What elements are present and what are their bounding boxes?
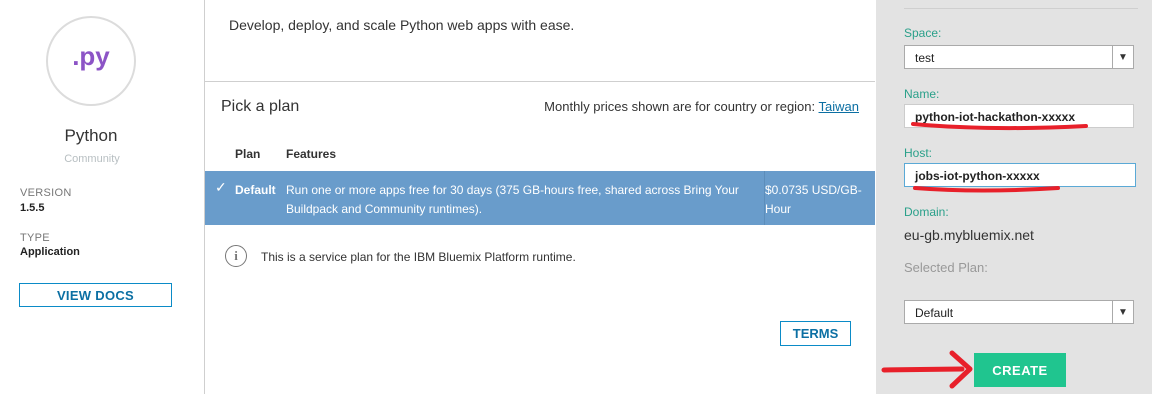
create-button[interactable]: CREATE: [974, 353, 1066, 387]
plan-features: Run one or more apps free for 30 days (3…: [286, 183, 739, 216]
divider: [904, 8, 1138, 9]
name-label: Name:: [904, 87, 940, 101]
plan-section-title: Pick a plan: [221, 98, 300, 115]
region-note: Monthly prices shown are for country or …: [544, 99, 859, 114]
type-value: Application: [20, 246, 80, 258]
app-name: Python: [64, 126, 118, 145]
space-value: test: [915, 51, 935, 65]
host-label: Host:: [904, 146, 933, 160]
plan-price: $0.0735 USD/GB-Hour: [765, 183, 862, 216]
plan-select-value: Default: [915, 306, 954, 320]
version-value: 1.5.5: [20, 202, 45, 214]
column-header-plan: Plan: [235, 147, 261, 161]
plan-name: Default: [235, 183, 276, 197]
name-input[interactable]: python-iot-hackathon-xxxxx: [904, 104, 1134, 128]
app-category: Community: [64, 153, 120, 165]
column-header-features: Features: [286, 147, 337, 161]
host-input[interactable]: jobs-iot-python-xxxxx: [904, 163, 1136, 187]
region-text: Monthly prices shown are for country or …: [544, 99, 816, 114]
checkmark-icon: ✓: [215, 179, 227, 195]
space-label: Space:: [904, 26, 942, 40]
chevron-down-icon: ▼: [1112, 46, 1133, 68]
terms-button[interactable]: TERMS: [780, 321, 851, 346]
view-docs-button[interactable]: VIEW DOCS: [19, 283, 172, 307]
selected-plan-label: Selected Plan:: [904, 260, 988, 275]
python-logo: .py: [46, 16, 136, 106]
version-label: VERSION: [20, 187, 72, 199]
service-description: Develop, deploy, and scale Python web ap…: [229, 17, 575, 33]
info-text: This is a service plan for the IBM Bluem…: [261, 250, 576, 264]
divider: [205, 81, 875, 82]
space-select[interactable]: test ▼: [904, 45, 1134, 69]
plan-select[interactable]: Default ▼: [904, 300, 1134, 324]
create-form-panel: Space: test ▼ Name: python-iot-hackathon…: [876, 0, 1152, 394]
domain-label: Domain:: [904, 205, 949, 219]
main-content: Develop, deploy, and scale Python web ap…: [205, 0, 875, 394]
chevron-down-icon: ▼: [1112, 301, 1133, 323]
type-label: TYPE: [20, 232, 50, 244]
plan-row-default[interactable]: ✓ Default Run one or more apps free for …: [205, 171, 875, 225]
logo-text: .py: [72, 40, 110, 71]
sidebar: .py Python Community VERSION 1.5.5 TYPE …: [0, 0, 205, 394]
domain-value: eu-gb.mybluemix.net: [904, 227, 1034, 243]
region-link[interactable]: Taiwan: [819, 99, 859, 114]
info-icon: i: [225, 245, 247, 267]
